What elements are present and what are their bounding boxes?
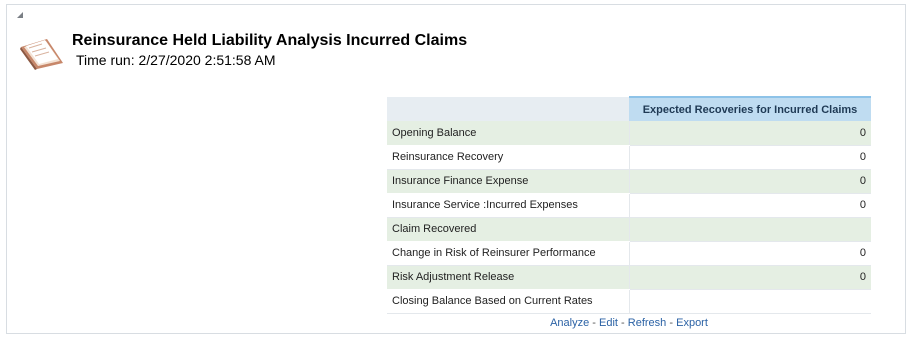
time-run-value: 2/27/2020 2:51:58 AM <box>138 52 276 68</box>
edit-link[interactable]: Edit <box>599 317 618 329</box>
collapse-triangle-icon[interactable] <box>17 12 23 18</box>
table-row: Insurance Service :Incurred Expenses 0 <box>387 193 871 218</box>
row-label: Risk Adjustment Release <box>387 265 629 290</box>
table-row: Change in Risk of Reinsurer Performance … <box>387 241 871 266</box>
analyze-link[interactable]: Analyze <box>550 317 589 329</box>
row-label: Opening Balance <box>387 121 629 146</box>
row-value: 0 <box>628 121 871 146</box>
time-run: Time run: 2/27/2020 2:51:58 AM <box>76 52 276 68</box>
refresh-link[interactable]: Refresh <box>628 317 667 329</box>
column-header[interactable]: Expected Recoveries for Incurred Claims <box>629 96 871 121</box>
table-header-row: Expected Recoveries for Incurred Claims <box>387 96 871 121</box>
table-row: Closing Balance Based on Current Rates <box>387 289 871 314</box>
row-label: Closing Balance Based on Current Rates <box>387 289 629 314</box>
report-links: Analyze - Edit - Refresh - Export <box>387 317 871 329</box>
export-link[interactable]: Export <box>676 317 708 329</box>
row-value: 0 <box>628 193 871 218</box>
row-value <box>628 289 871 314</box>
row-value: 0 <box>628 145 871 170</box>
row-value: 0 <box>628 169 871 194</box>
row-value <box>628 217 871 242</box>
table-corner-cell <box>387 97 629 121</box>
table-row: Opening Balance 0 <box>387 121 871 146</box>
table-row: Risk Adjustment Release 0 <box>387 265 871 290</box>
pivot-table: Expected Recoveries for Incurred Claims … <box>387 96 871 314</box>
table-row: Claim Recovered <box>387 217 871 242</box>
link-separator: - <box>669 317 674 329</box>
report-title: Reinsurance Held Liability Analysis Incu… <box>72 32 468 49</box>
row-value: 0 <box>628 241 871 266</box>
row-label: Claim Recovered <box>387 217 629 242</box>
row-label: Reinsurance Recovery <box>387 145 629 170</box>
row-label: Change in Risk of Reinsurer Performance <box>387 241 629 266</box>
table-row: Insurance Finance Expense 0 <box>387 169 871 194</box>
row-label: Insurance Finance Expense <box>387 169 629 194</box>
table-row: Reinsurance Recovery 0 <box>387 145 871 170</box>
link-separator: - <box>621 317 625 329</box>
link-separator: - <box>592 317 596 329</box>
report-book-icon <box>20 39 63 70</box>
time-run-label: Time run: <box>76 52 135 68</box>
row-value: 0 <box>628 265 871 290</box>
row-label: Insurance Service :Incurred Expenses <box>387 193 629 218</box>
